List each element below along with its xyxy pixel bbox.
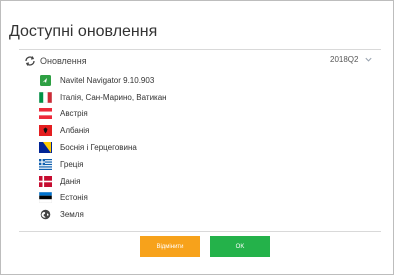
updates-header-row[interactable]: Оновлення 2018Q2 — [19, 50, 381, 72]
list-item-italy[interactable]: Італія, Сан-Марино, Ватикан — [19, 89, 381, 106]
version-value: 2018Q2 — [330, 55, 359, 64]
ok-button[interactable]: OK — [210, 236, 270, 257]
list-item-greece[interactable]: Греція — [19, 156, 381, 173]
albania-flag-icon — [39, 125, 52, 137]
version-select[interactable]: 2018Q2 — [330, 55, 373, 64]
italy-flag-icon — [39, 91, 52, 103]
list-item-label: Данія — [60, 176, 81, 186]
updates-list[interactable]: Оновлення 2018Q2 Navitel Navigator 9.10.… — [19, 49, 381, 232]
globe-icon — [40, 209, 51, 220]
updates-dialog: Доступні оновлення Оновлення 2018Q2 Navi… — [0, 0, 394, 275]
list-item-austria[interactable]: Австрія — [19, 106, 381, 123]
list-item-albania[interactable]: Албанія — [19, 122, 381, 139]
denmark-flag-icon — [39, 175, 52, 187]
list-item-label: Земля — [60, 210, 84, 220]
list-item-label: Естонія — [60, 193, 88, 203]
chevron-down-icon[interactable] — [364, 55, 373, 64]
dialog-footer: Відмінити OK — [1, 230, 394, 276]
list-item-label: Боснія і Герцеговина — [60, 143, 137, 153]
list-item-label: Греція — [60, 159, 84, 169]
refresh-icon[interactable] — [24, 55, 36, 67]
list-item-label: Navitel Navigator 9.10.903 — [60, 75, 155, 85]
austria-flag-icon — [39, 108, 52, 120]
list-item-label: Італія, Сан-Марино, Ватикан — [60, 92, 167, 102]
navitel-app-icon — [40, 74, 51, 86]
list-item-denmark[interactable]: Данія — [19, 173, 381, 190]
list-item-earth[interactable]: Земля — [19, 206, 381, 223]
list-item-bosnia[interactable]: Боснія і Герцеговина — [19, 139, 381, 156]
list-item-estonia[interactable]: Естонія — [19, 190, 381, 207]
list-item-label: Австрія — [60, 109, 88, 119]
cancel-button[interactable]: Відмінити — [140, 236, 200, 257]
updates-header-label: Оновлення — [40, 56, 87, 66]
list-item-label: Албанія — [60, 126, 90, 136]
list-item-navitel[interactable]: Navitel Navigator 9.10.903 — [19, 72, 381, 89]
dialog-title: Доступні оновлення — [9, 23, 158, 40]
estonia-flag-icon — [39, 192, 52, 204]
greece-flag-icon — [39, 158, 52, 170]
bosnia-flag-icon — [39, 142, 52, 154]
